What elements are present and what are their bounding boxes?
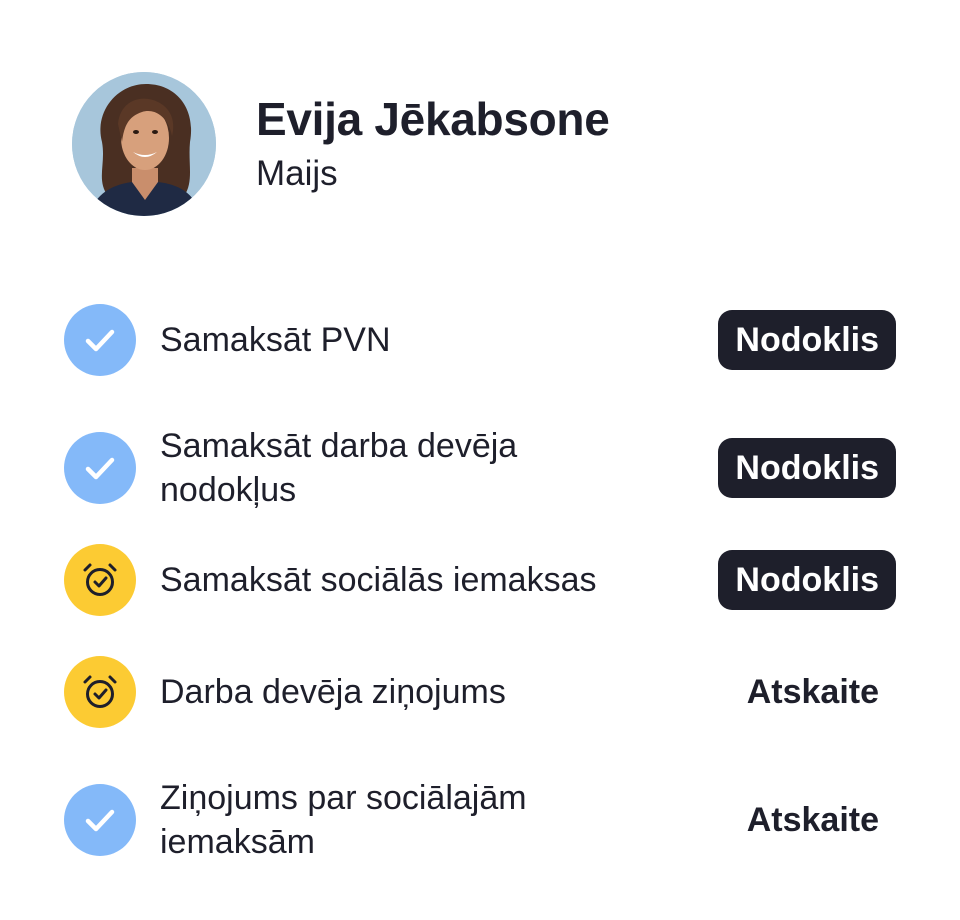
task-item[interactable]: Ziņojums par sociālajām iemaksām Atskait… [64,776,896,864]
tag-badge: Atskaite [746,801,879,839]
status-pending-indicator[interactable] [64,544,136,616]
profile-text: Evija Jēkabsone Maijs [256,91,610,197]
task-label: Samaksāt darba devēja nodokļus [160,427,518,509]
tag-badge: Nodoklis [718,438,896,498]
task-item[interactable]: Samaksāt PVN Nodoklis [64,304,896,376]
status-done-indicator[interactable] [64,304,136,376]
task-item[interactable]: Samaksāt sociālās iemaksas Nodoklis [64,544,896,616]
person-portrait-icon [72,72,216,216]
status-pending-indicator[interactable] [64,656,136,728]
check-icon [85,457,115,480]
task-label: Samaksāt PVN [160,321,391,359]
profile-month: Maijs [256,154,338,193]
task-label: Darba devēja ziņojums [160,673,506,711]
profile-header: Evija Jēkabsone Maijs [72,72,610,216]
tag-badge: Nodoklis [718,550,896,610]
tag-badge: Atskaite [746,673,879,711]
alarm-clock-check-icon [83,675,117,708]
task-item[interactable]: Samaksāt darba devēja nodokļus Nodoklis [64,424,896,512]
avatar[interactable] [72,72,216,216]
check-icon [85,809,115,832]
status-done-indicator[interactable] [64,432,136,504]
status-done-indicator[interactable] [64,784,136,856]
task-label: Samaksāt sociālās iemaksas [160,561,597,599]
task-item[interactable]: Darba devēja ziņojums Atskaite [64,656,896,728]
alarm-clock-check-icon [83,563,117,596]
tag-badge: Nodoklis [718,310,896,370]
task-label: Ziņojums par sociālajām iemaksām [160,779,527,861]
check-icon [85,329,115,352]
profile-name: Evija Jēkabsone [256,93,610,145]
